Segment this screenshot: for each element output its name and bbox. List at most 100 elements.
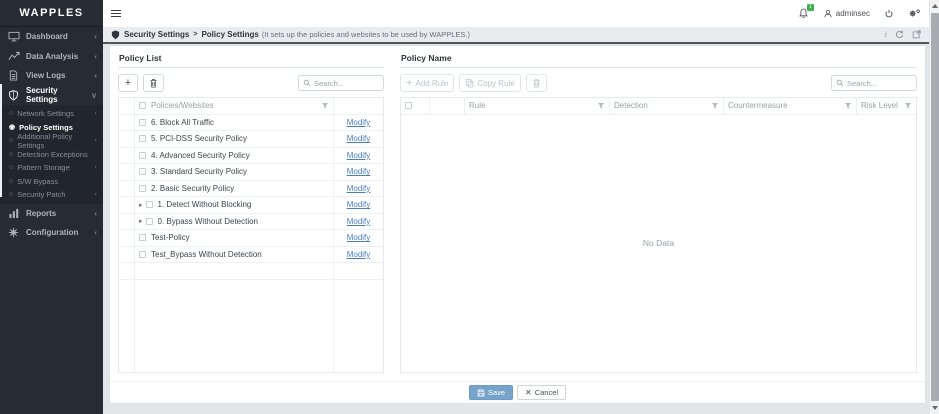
- policy-row-checkbox[interactable]: [139, 234, 146, 241]
- policy-row[interactable]: ▸1. Detect Without BlockingModify: [119, 197, 383, 214]
- shield-icon: [8, 90, 21, 101]
- filter-icon[interactable]: [597, 102, 605, 110]
- policy-row[interactable]: 4. Advanced Security PolicyModify: [119, 148, 383, 165]
- app-window: WAPPLES Dashboard‹Data Analysis‹View Log…: [0, 0, 939, 414]
- filter-icon[interactable]: [321, 102, 329, 110]
- row-gutter: [119, 131, 135, 147]
- cancel-button[interactable]: ✕ Cancel: [517, 385, 566, 400]
- scroll-up-icon[interactable]: [932, 4, 938, 8]
- sidebar-submenu: ○Network Settings‹◉Policy Settings○Addit…: [0, 105, 103, 204]
- policy-row-checkbox[interactable]: [139, 168, 146, 175]
- menu-toggle-button[interactable]: [111, 8, 121, 19]
- policy-row-checkbox[interactable]: [139, 251, 146, 258]
- policy-row-checkbox[interactable]: [146, 218, 153, 225]
- bullet-icon: ○: [9, 191, 13, 198]
- popout-icon[interactable]: [912, 30, 921, 39]
- sidebar-subitem-detection-exceptions[interactable]: ○Detection Exceptions: [0, 148, 103, 162]
- sidebar-subitem-s-w-bypass[interactable]: ○ S/W Bypass: [0, 175, 103, 189]
- info-icon[interactable]: i: [885, 30, 887, 39]
- logout-button[interactable]: [884, 9, 894, 19]
- modify-link[interactable]: Modify: [347, 200, 371, 209]
- expand-caret-icon[interactable]: ▸: [139, 217, 143, 225]
- select-all-rules-checkbox[interactable]: [405, 102, 412, 109]
- sidebar-item-data-analysis[interactable]: Data Analysis‹: [0, 47, 103, 67]
- username: adminsec: [836, 9, 870, 18]
- filter-icon[interactable]: [904, 102, 912, 110]
- bullet-icon: ○: [9, 151, 13, 158]
- policy-row-checkbox[interactable]: [139, 185, 146, 192]
- modify-link[interactable]: Modify: [347, 134, 371, 143]
- save-button[interactable]: Save: [469, 385, 513, 400]
- expand-caret-icon[interactable]: ▸: [139, 201, 143, 209]
- chevron-left-icon: ‹: [95, 191, 97, 198]
- policies-column-header: Policies/Websites: [151, 101, 214, 110]
- policy-row[interactable]: ▸0. Bypass Without DetectionModify: [119, 214, 383, 231]
- policy-row-checkbox[interactable]: [139, 135, 146, 142]
- policy-row[interactable]: Test_Bypass Without DetectionModify: [119, 247, 383, 264]
- vertical-scrollbar[interactable]: [929, 0, 939, 414]
- sidebar-item-label: Dashboard: [26, 32, 94, 41]
- user-icon: [823, 9, 833, 19]
- rule-search-input[interactable]: [847, 79, 912, 88]
- chevron-left-icon: ‹: [95, 137, 97, 144]
- sidebar-item-reports[interactable]: Reports‹: [0, 204, 103, 224]
- row-gutter: [119, 148, 135, 164]
- copy-rule-button[interactable]: Copy Rule: [459, 74, 520, 92]
- sidebar-subitem-additional-policy-settings[interactable]: ○ Additional Policy Settings‹: [0, 134, 103, 148]
- add-rule-button[interactable]: + Add Rule: [400, 74, 454, 92]
- filter-icon[interactable]: [711, 102, 719, 110]
- sidebar-item-dashboard[interactable]: Dashboard‹: [0, 27, 103, 47]
- delete-rule-button[interactable]: [526, 74, 547, 92]
- policy-search-input[interactable]: [314, 79, 379, 88]
- sidebar-item-security-settings[interactable]: Security Settings∨: [0, 86, 103, 106]
- modify-link[interactable]: Modify: [347, 151, 371, 160]
- refresh-icon[interactable]: [895, 30, 904, 39]
- modify-link[interactable]: Modify: [347, 250, 371, 259]
- sidebar-subitem-security-patch[interactable]: ○Security Patch‹: [0, 188, 103, 202]
- sidebar-subitem-label: Additional Policy Settings: [17, 132, 94, 150]
- select-all-checkbox[interactable]: [139, 102, 146, 109]
- barchart-icon: [8, 208, 21, 219]
- sidebar-subitem-network-settings[interactable]: ○Network Settings‹: [0, 107, 103, 121]
- bullet-icon: ○: [9, 137, 13, 144]
- policy-row-checkbox[interactable]: [139, 152, 146, 159]
- policy-row-checkbox[interactable]: [146, 201, 153, 208]
- bullet-icon: ○: [9, 178, 13, 185]
- notifications-button[interactable]: 1: [798, 8, 809, 19]
- modify-link[interactable]: Modify: [347, 184, 371, 193]
- sidebar-item-label: Security Settings: [26, 86, 91, 104]
- sidebar-item-view-logs[interactable]: View Logs‹: [0, 66, 103, 86]
- scroll-down-icon[interactable]: [932, 406, 938, 410]
- scrollbar-thumb[interactable]: [931, 13, 939, 401]
- delete-policy-button[interactable]: [143, 74, 164, 92]
- policy-row-checkbox[interactable]: [139, 119, 146, 126]
- policy-list-header-row: Policies/Websites: [119, 98, 383, 115]
- settings-button[interactable]: [908, 8, 921, 19]
- topbar: 1 adminsec: [103, 0, 929, 27]
- rule-search[interactable]: [831, 75, 917, 91]
- sidebar-item-configuration[interactable]: Configuration‹: [0, 223, 103, 243]
- breadcrumb-section[interactable]: Security Settings: [124, 30, 189, 39]
- policy-row[interactable]: 2. Basic Security PolicyModify: [119, 181, 383, 198]
- chevron-left-icon: ‹: [94, 228, 97, 237]
- policy-row[interactable]: 5. PCI-DSS Security PolicyModify: [119, 131, 383, 148]
- policy-row[interactable]: Test-PolicyModify: [119, 230, 383, 247]
- file-icon: [8, 70, 21, 81]
- modify-link[interactable]: Modify: [347, 167, 371, 176]
- modify-link[interactable]: Modify: [347, 118, 371, 127]
- sidebar-subitem-label: Pattern Storage: [17, 163, 94, 172]
- modify-link[interactable]: Modify: [347, 233, 371, 242]
- user-menu[interactable]: adminsec: [823, 9, 870, 19]
- modify-link[interactable]: Modify: [347, 217, 371, 226]
- sidebar-subitem-pattern-storage[interactable]: ○Pattern Storage‹: [0, 161, 103, 175]
- policy-row[interactable]: 6. Block All TrafficModify: [119, 115, 383, 132]
- add-policy-button[interactable]: +: [118, 74, 138, 92]
- filter-icon[interactable]: [844, 102, 852, 110]
- bullet-icon: ○: [9, 110, 13, 117]
- policy-row[interactable]: 3. Standard Security PolicyModify: [119, 164, 383, 181]
- sidebar-subitem-label: S/W Bypass: [17, 177, 97, 186]
- gear-icon: [8, 227, 21, 238]
- gears-icon: [908, 8, 921, 19]
- policy-search[interactable]: [298, 75, 384, 91]
- chevron-left-icon: ‹: [94, 32, 97, 41]
